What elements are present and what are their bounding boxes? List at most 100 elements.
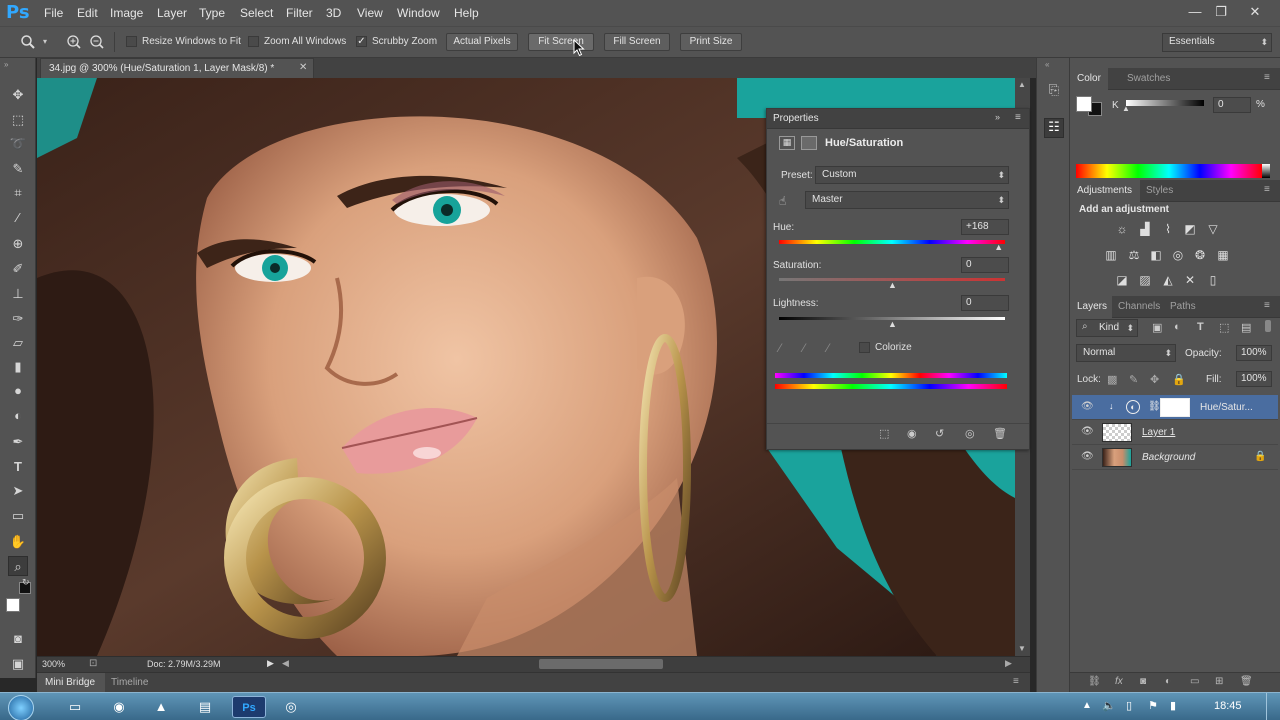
toggle-visibility-icon[interactable]: ◎	[965, 427, 975, 440]
layer-visibility-icon[interactable]: 👁	[1081, 401, 1094, 413]
eyedropper-tool-icon[interactable]: ⁄	[8, 208, 28, 228]
zoom-tool-icon[interactable]: ⌕	[8, 556, 28, 576]
vlc-taskbar-icon[interactable]: ▲	[144, 696, 178, 718]
gradient-map-icon[interactable]: ▯	[1205, 273, 1221, 287]
menu-view[interactable]: View	[357, 6, 383, 20]
eraser-tool-icon[interactable]: ▱	[8, 333, 28, 353]
menu-image[interactable]: Image	[110, 6, 143, 20]
properties-panel-icon[interactable]: ☷	[1044, 118, 1064, 138]
menu-3d[interactable]: 3D	[326, 6, 341, 20]
mask-icon[interactable]	[801, 136, 817, 150]
scroll-right-icon[interactable]: ▶	[1005, 658, 1012, 669]
exposure-icon[interactable]: ◩	[1182, 222, 1198, 236]
color-slider-track[interactable]	[1126, 100, 1204, 106]
eyedropper-minus-icon[interactable]: ⁄	[827, 341, 829, 355]
photo-filter-icon[interactable]: ◎	[1170, 248, 1186, 262]
layer-style-icon[interactable]: fx	[1115, 676, 1123, 687]
document-tab[interactable]: 34.jpg @ 300% (Hue/Saturation 1, Layer M…	[40, 58, 314, 78]
reset-adjustments-icon[interactable]: ↺	[935, 427, 944, 440]
blur-tool-icon[interactable]: ●	[8, 381, 28, 401]
zoom-tool-icon[interactable]	[20, 34, 36, 50]
color-value-field[interactable]: 0	[1213, 97, 1251, 113]
menu-layer[interactable]: Layer	[157, 6, 187, 20]
move-tool-icon[interactable]: ✥	[8, 85, 28, 105]
dodge-tool-icon[interactable]: ◐	[8, 406, 28, 426]
layer-thumbnail[interactable]	[1102, 448, 1132, 467]
lock-position-icon[interactable]: ✥	[1150, 373, 1159, 386]
color-spectrum-bar[interactable]	[1076, 164, 1262, 178]
layer-name[interactable]: Background	[1142, 452, 1195, 463]
zoom-in-icon[interactable]	[66, 34, 82, 50]
battery-icon[interactable]: ▯	[1126, 699, 1132, 712]
folder-taskbar-icon[interactable]: ▤	[188, 696, 222, 718]
layer-visibility-icon[interactable]: 👁	[1081, 426, 1094, 438]
lasso-tool-icon[interactable]: ➰	[8, 134, 28, 154]
screen-mode-icon[interactable]: ▣	[8, 654, 28, 674]
zoom-level[interactable]: 300%	[42, 659, 65, 669]
layer-row-layer-1[interactable]: 👁 Layer 1	[1072, 420, 1278, 445]
quick-mask-icon[interactable]: ◙	[8, 629, 28, 649]
filter-smart-object-icon[interactable]: ▤	[1241, 321, 1251, 334]
zoom-all-windows-checkbox[interactable]	[248, 36, 259, 47]
swatches-tab[interactable]: Swatches	[1127, 73, 1170, 84]
hue-slider-knob[interactable]: ▲	[994, 242, 1003, 252]
view-previous-state-icon[interactable]: ◉	[907, 427, 917, 440]
eyedropper-icon[interactable]: ⁄	[779, 341, 781, 355]
hue-slider-track[interactable]	[779, 240, 1005, 244]
collapse-panel-icon[interactable]: »	[995, 112, 1000, 122]
panel-menu-icon[interactable]: ≡	[1015, 112, 1021, 123]
filter-pixel-icon[interactable]: ▣	[1152, 321, 1162, 334]
collapse-toolbox-icon[interactable]: »	[4, 60, 8, 69]
color-slider-knob[interactable]: ▲	[1122, 104, 1130, 113]
color-grayscale-bar[interactable]	[1262, 164, 1270, 178]
menu-type[interactable]: Type	[199, 6, 225, 20]
status-preview-icon[interactable]: ⊡	[89, 658, 97, 669]
threshold-icon[interactable]: ◭	[1160, 273, 1176, 287]
properties-tab[interactable]: Properties	[773, 113, 819, 124]
fill-screen-button[interactable]: Fill Screen	[604, 33, 670, 51]
paths-tab[interactable]: Paths	[1170, 301, 1196, 312]
history-brush-tool-icon[interactable]: ✑	[8, 309, 28, 329]
filter-toggle-icon[interactable]	[1265, 320, 1271, 332]
workspace-switcher[interactable]: Essentials	[1162, 33, 1272, 52]
styles-tab[interactable]: Styles	[1146, 185, 1173, 196]
photoshop-taskbar-icon[interactable]: Ps	[232, 696, 266, 718]
resize-windows-checkbox[interactable]	[126, 36, 137, 47]
colorize-checkbox[interactable]	[859, 342, 870, 353]
targeted-adjustment-hand-icon[interactable]: ☝	[779, 194, 786, 208]
layer-name[interactable]: Layer 1	[1142, 427, 1175, 438]
new-group-icon[interactable]: ▭	[1190, 676, 1199, 687]
pen-tool-icon[interactable]: ✒	[8, 432, 28, 452]
swap-colors-icon[interactable]: ↻	[22, 577, 30, 588]
lock-transparent-icon[interactable]: ▩	[1107, 373, 1117, 386]
crop-tool-icon[interactable]: ⌗	[8, 183, 28, 203]
color-tab[interactable]: Color	[1077, 73, 1101, 84]
opacity-field[interactable]: 100%	[1236, 345, 1272, 361]
preset-dropdown[interactable]: Custom	[815, 166, 1009, 184]
invert-icon[interactable]: ◪	[1114, 273, 1130, 287]
scroll-left-icon[interactable]: ◀	[282, 658, 289, 669]
layer-thumbnail[interactable]	[1102, 423, 1132, 442]
hand-tool-icon[interactable]: ✋	[8, 532, 28, 552]
brightness-contrast-icon[interactable]: ☼	[1114, 222, 1130, 236]
quick-selection-tool-icon[interactable]: ✎	[8, 159, 28, 179]
color-lookup-icon[interactable]: ▦	[1215, 248, 1231, 262]
delete-layer-icon[interactable]: 🗑	[1240, 676, 1253, 687]
tool-preset-arrow-icon[interactable]: ▾	[43, 37, 47, 46]
hue-value-field[interactable]: +168	[961, 219, 1009, 235]
rectangle-tool-icon[interactable]: ▭	[8, 506, 28, 526]
volume-icon[interactable]: 🔈	[1102, 699, 1116, 712]
foreground-color-swatch[interactable]	[6, 598, 20, 612]
delete-adjustment-icon[interactable]: 🗑	[993, 427, 1007, 440]
chrome-taskbar-icon[interactable]: ◉	[102, 696, 136, 718]
vibrance-icon[interactable]: ▽	[1205, 222, 1221, 236]
blend-mode-dropdown[interactable]: Normal	[1076, 344, 1176, 362]
color-balance-icon[interactable]: ⚖	[1126, 248, 1142, 262]
saturation-value-field[interactable]: 0	[961, 257, 1009, 273]
posterize-icon[interactable]: ▨	[1137, 273, 1153, 287]
scroll-up-icon[interactable]: ▲	[1018, 80, 1026, 89]
scrubby-zoom-checkbox[interactable]: ✓	[356, 36, 367, 47]
healing-brush-tool-icon[interactable]: ⊕	[8, 234, 28, 254]
menu-window[interactable]: Window	[397, 6, 440, 20]
zoom-out-icon[interactable]	[89, 34, 105, 50]
